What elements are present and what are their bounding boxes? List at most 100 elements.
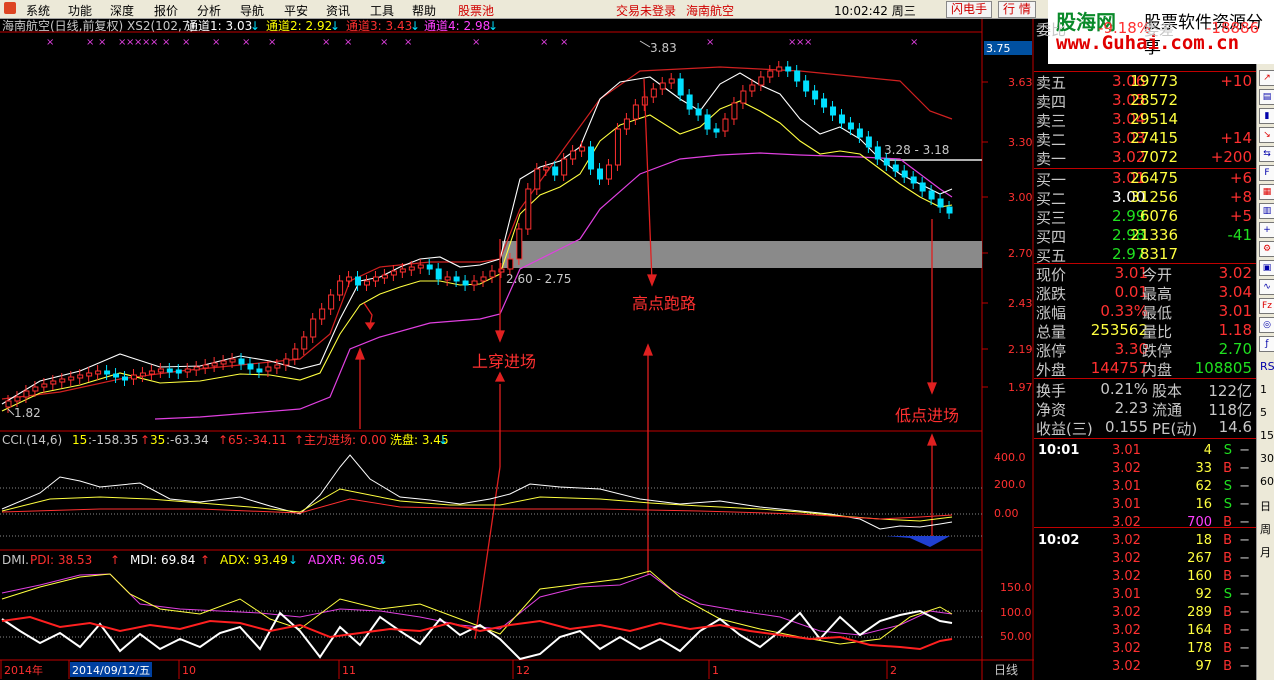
signal-mark: ×	[472, 37, 480, 48]
candle-body	[749, 84, 756, 92]
column-icon[interactable]: ▥	[1259, 203, 1274, 219]
bar-chart-icon[interactable]: ▤	[1259, 89, 1274, 105]
menu-system[interactable]: 系统	[26, 2, 50, 19]
signal-mark: ×	[706, 37, 714, 48]
candle-body	[579, 146, 586, 152]
tick-row: 3.02 33 B −	[1036, 461, 1254, 479]
candle-body	[704, 114, 711, 130]
settings-icon[interactable]: ⚙	[1259, 241, 1274, 257]
kline-chart[interactable]: 海南航空(日线,前复权) XS2(102,7) 通道1: 3.03↓ 通道2: 2…	[0, 19, 1034, 680]
candle-body	[794, 70, 801, 82]
stat-label: PE(动)	[1152, 420, 1198, 438]
menu-function[interactable]: 功能	[68, 2, 92, 19]
f10-icon[interactable]: F	[1259, 165, 1274, 181]
tick-dash: −	[1239, 443, 1250, 458]
menu-tools[interactable]: 工具	[370, 2, 394, 19]
candle-body	[319, 308, 326, 320]
candle-body	[847, 122, 854, 130]
candle-body	[50, 380, 57, 385]
period-button-8[interactable]: 月	[1260, 544, 1271, 560]
flash-trade-button[interactable]: 闪电手	[946, 1, 993, 18]
stat-value: 1.18	[1218, 321, 1252, 339]
candle-body	[570, 150, 577, 160]
candle-body	[139, 372, 146, 377]
date-tick: 2014年	[4, 663, 43, 677]
period-button-5[interactable]: 60	[1260, 475, 1274, 488]
tick-side: B	[1223, 605, 1232, 620]
up-arrow-icon: ↑	[110, 553, 120, 567]
grid-icon[interactable]: ▦	[1259, 184, 1274, 200]
zoom-icon[interactable]: +	[1259, 222, 1274, 238]
candle-body	[623, 118, 630, 130]
menu-pingan[interactable]: 平安	[284, 2, 308, 19]
tick-price: 3.01	[1112, 587, 1141, 602]
menu-navigation[interactable]: 导航	[240, 2, 264, 19]
period-button-4[interactable]: 30	[1260, 452, 1274, 465]
tick-price: 3.01	[1112, 443, 1141, 458]
tick-volume: 289	[1187, 605, 1212, 620]
compare-icon[interactable]: ⇆	[1259, 146, 1274, 162]
price-tick: 2.70	[1008, 247, 1033, 260]
line-chart-icon[interactable]: ↗	[1259, 70, 1274, 86]
stock-name-link[interactable]: 海南航空	[686, 2, 734, 19]
period-button-7[interactable]: 周	[1260, 521, 1271, 537]
signal-mark: ×	[150, 37, 158, 48]
candle-body	[677, 78, 684, 96]
wave-icon[interactable]: ∿	[1259, 279, 1274, 295]
period-button-6[interactable]: 日	[1260, 498, 1271, 514]
menu-stock-pool[interactable]: 股票池	[458, 2, 494, 19]
clock: 10:02:42 周三	[834, 4, 916, 18]
candle-body	[328, 294, 335, 310]
candle-body	[516, 228, 523, 260]
period-button-2[interactable]: 5	[1260, 406, 1267, 419]
period-button-3[interactable]: 15	[1260, 429, 1274, 442]
tick-price: 3.02	[1112, 659, 1141, 674]
menu-news[interactable]: 资讯	[326, 2, 350, 19]
stat-value: 0.21%	[1100, 380, 1148, 398]
tick-row: 3.01 92 S −	[1036, 587, 1254, 605]
tick-time: 10:02	[1038, 533, 1080, 548]
fund-icon[interactable]: Fz	[1259, 298, 1274, 314]
signal-mark: ×	[910, 37, 918, 48]
kline-icon[interactable]: ▮	[1259, 108, 1274, 124]
tick-price: 3.02	[1112, 641, 1141, 656]
menu-help[interactable]: 帮助	[412, 2, 436, 19]
cci-tick: 400.0	[994, 451, 1026, 464]
menu-depth[interactable]: 深度	[110, 2, 134, 19]
tick-price: 3.01	[1112, 479, 1141, 494]
stat-label: 涨停	[1036, 342, 1067, 360]
candle-body	[292, 348, 299, 360]
tick-side: S	[1223, 479, 1232, 494]
dmi-label: PDI: 38.53	[30, 553, 92, 567]
ask-volume: 27415	[1130, 129, 1178, 147]
cci-label: 35	[150, 433, 165, 447]
tick-side: B	[1223, 533, 1232, 548]
stat-value: 3.02	[1218, 264, 1252, 282]
box-icon[interactable]: ▣	[1259, 260, 1274, 276]
candle-body	[668, 78, 675, 84]
menu-analysis[interactable]: 分析	[197, 2, 221, 19]
period-button-1[interactable]: 1	[1260, 383, 1267, 396]
ask-row: 卖五 3.06 19773 +10	[1036, 72, 1254, 92]
candle-body	[95, 370, 102, 375]
tick-row: 3.02 164 B −	[1036, 623, 1254, 641]
candle-body	[32, 386, 39, 392]
candle-body	[310, 318, 317, 338]
dmi-axis: 150.0 100.0 50.00	[1000, 581, 1032, 643]
tick-dash: −	[1239, 587, 1250, 602]
indicator-icon[interactable]: ◎	[1259, 317, 1274, 333]
ask-change: +14	[1220, 129, 1252, 147]
cci-label: 主力进场: 0.00	[304, 433, 387, 447]
price-tick: 3.00	[1008, 191, 1033, 204]
period-button-0[interactable]: RSI	[1260, 360, 1274, 373]
signal-mark: ×	[804, 37, 812, 48]
menu-quote[interactable]: 报价	[154, 2, 178, 19]
candle-body	[758, 76, 765, 86]
quote-button[interactable]: 行 情	[998, 1, 1036, 18]
formula-icon[interactable]: ƒ	[1259, 336, 1274, 352]
trend-icon[interactable]: ↘	[1259, 127, 1274, 143]
login-status[interactable]: 交易未登录	[616, 2, 676, 19]
candle-body	[731, 102, 738, 120]
stat-value: 3.04	[1218, 283, 1252, 301]
candle-body	[561, 158, 568, 176]
